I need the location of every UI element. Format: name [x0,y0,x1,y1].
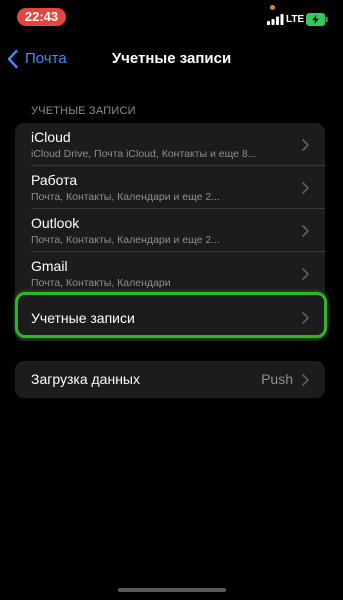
add-account-row[interactable]: Учетные записи [15,295,325,341]
fetch-settings-list: Загрузка данных Push [15,361,325,398]
account-row-gmail[interactable]: Gmail Почта, Контакты, Календари [15,252,325,295]
chevron-right-icon [302,312,309,324]
chevron-right-icon [302,182,309,194]
account-title: Outlook [31,215,80,231]
account-row-icloud[interactable]: iCloud iCloud Drive, Почта iCloud, Конта… [15,123,325,166]
account-row-outlook[interactable]: Outlook Почта, Контакты, Календари и еще… [15,209,325,252]
chevron-right-icon [302,374,309,386]
page-title: Учетные записи [111,50,232,67]
fetch-data-title: Загрузка данных [31,371,140,387]
account-title: iCloud [31,129,71,145]
chevron-right-icon [302,225,309,237]
fetch-data-row[interactable]: Загрузка данных Push [15,361,325,398]
account-row-work[interactable]: Работа Почта, Контакты, Календари и еще … [15,166,325,209]
account-subtitle: iCloud Drive, Почта iCloud, Контакты и е… [31,148,257,160]
account-title: Работа [31,172,78,188]
account-subtitle: Почта, Контакты, Календари и еще 2... [31,234,220,246]
add-account-title: Учетные записи [31,310,135,326]
network-type-label: LTE [286,14,305,25]
home-indicator[interactable] [118,588,226,592]
mic-indicator-icon [270,5,275,10]
account-title: Gmail [31,258,68,274]
status-time: 22:43 [17,8,66,26]
accounts-list: iCloud iCloud Drive, Почта iCloud, Конта… [15,123,325,341]
chevron-right-icon [302,139,309,151]
cellular-signal-icon [267,14,284,25]
battery-charging-icon [306,13,328,26]
account-subtitle: Почта, Контакты, Календари и еще 2... [31,191,220,203]
navigation-bar: Почта Учетные записи [0,42,343,76]
account-subtitle: Почта, Контакты, Календари [31,277,171,289]
section-header-accounts: УЧЕТНЫЕ ЗАПИСИ [31,105,136,117]
screen: 22:43 LTE Почта Учетные записи УЧЕТНЫЕ З… [0,0,343,600]
fetch-data-value: Push [261,371,293,387]
chevron-right-icon [302,268,309,280]
status-bar: 22:43 LTE [0,0,343,34]
